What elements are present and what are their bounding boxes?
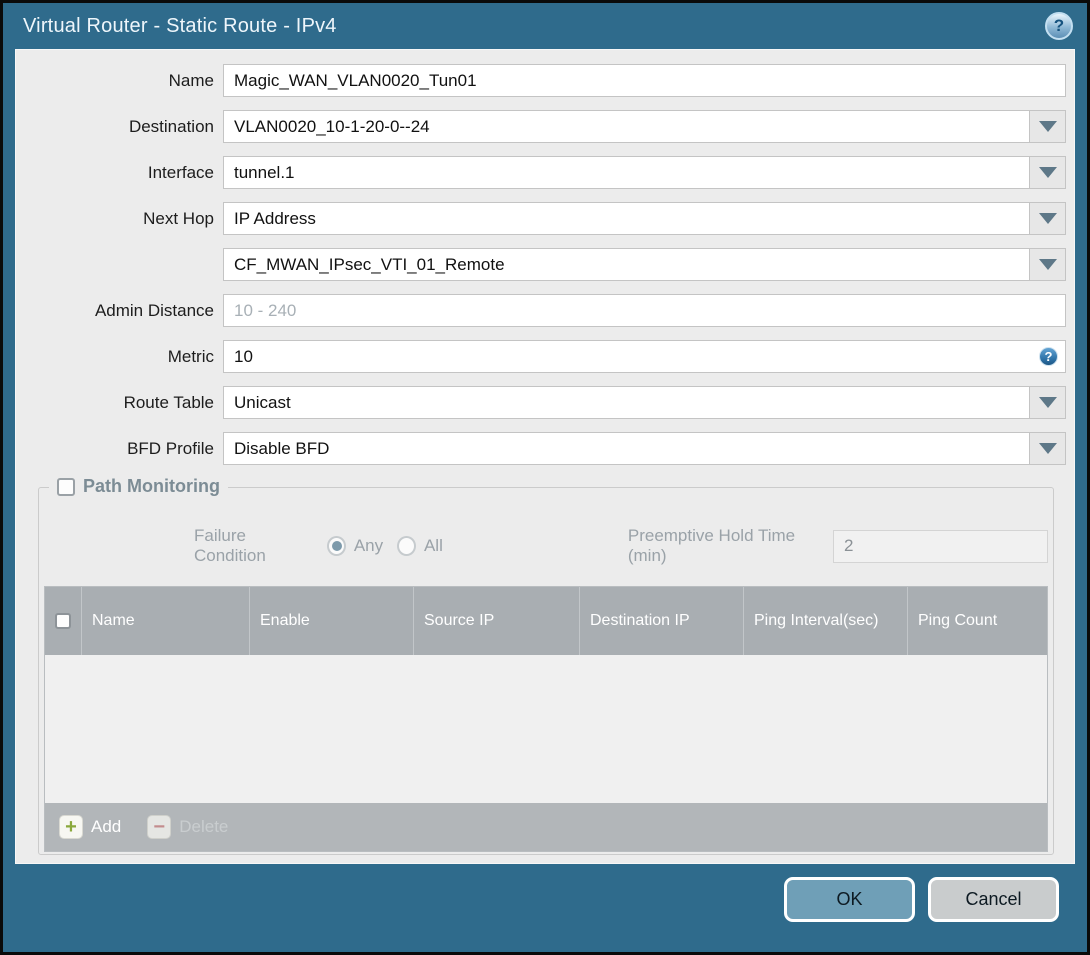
interface-dropdown-button[interactable] bbox=[1030, 156, 1066, 189]
destination-label: Destination bbox=[128, 116, 214, 136]
next-hop-address-input[interactable] bbox=[223, 248, 1030, 281]
chevron-down-icon bbox=[1038, 443, 1057, 454]
column-header-ping-count[interactable]: Ping Count bbox=[907, 587, 1047, 655]
select-all-checkbox[interactable] bbox=[55, 613, 71, 629]
admin-distance-input[interactable] bbox=[223, 294, 1066, 327]
dialog-title: Virtual Router - Static Route - IPv4 bbox=[23, 14, 337, 37]
path-monitoring-table: Name Enable Source IP Destination IP Pin… bbox=[44, 586, 1048, 852]
bfd-profile-dropdown-button[interactable] bbox=[1030, 432, 1066, 465]
name-row: Name bbox=[22, 64, 1066, 97]
chevron-down-icon bbox=[1038, 397, 1057, 408]
delete-button-label: Delete bbox=[179, 817, 229, 836]
delete-button[interactable]: − Delete bbox=[147, 815, 228, 839]
failure-condition-row: Failure Condition Any All Preemptive Hol… bbox=[44, 526, 1048, 566]
route-table-label: Route Table bbox=[123, 392, 214, 412]
metric-row: Metric ? bbox=[22, 340, 1066, 373]
interface-label: Interface bbox=[147, 162, 214, 182]
destination-dropdown-button[interactable] bbox=[1030, 110, 1066, 143]
chevron-down-icon bbox=[1038, 213, 1057, 224]
help-icon[interactable]: ? bbox=[1045, 12, 1073, 40]
metric-help-icon[interactable]: ? bbox=[1039, 347, 1058, 366]
plus-icon: + bbox=[59, 815, 83, 839]
admin-distance-label: Admin Distance bbox=[94, 300, 214, 320]
preemptive-hold-label: Preemptive Hold Time (min) bbox=[627, 526, 796, 565]
table-body-empty bbox=[45, 655, 1047, 803]
dialog-titlebar: Virtual Router - Static Route - IPv4 ? bbox=[3, 3, 1087, 49]
interface-input[interactable] bbox=[223, 156, 1030, 189]
next-hop-dropdown-button[interactable] bbox=[1030, 202, 1066, 235]
minus-icon: − bbox=[147, 815, 172, 839]
path-monitoring-checkbox[interactable] bbox=[57, 477, 75, 496]
next-hop-address-row bbox=[22, 248, 1066, 281]
route-table-row: Route Table bbox=[22, 386, 1066, 419]
preemptive-hold-input[interactable] bbox=[832, 529, 1048, 563]
ok-button[interactable]: OK bbox=[784, 877, 915, 922]
column-header-ping-interval[interactable]: Ping Interval(sec) bbox=[743, 587, 907, 655]
chevron-down-icon bbox=[1038, 121, 1057, 132]
failure-condition-all-label: All bbox=[423, 536, 443, 555]
name-input[interactable] bbox=[223, 64, 1066, 97]
metric-label: Metric bbox=[167, 346, 214, 366]
interface-row: Interface bbox=[22, 156, 1066, 189]
table-toolbar: + Add − Delete bbox=[45, 803, 1047, 851]
name-label: Name bbox=[168, 70, 214, 90]
destination-input[interactable] bbox=[223, 110, 1030, 143]
column-header-enable[interactable]: Enable bbox=[249, 587, 413, 655]
next-hop-address-dropdown-button[interactable] bbox=[1030, 248, 1066, 281]
route-table-dropdown-button[interactable] bbox=[1030, 386, 1066, 419]
destination-row: Destination bbox=[22, 110, 1066, 143]
admin-distance-row: Admin Distance bbox=[22, 294, 1066, 327]
select-all-header-cell bbox=[45, 587, 81, 655]
path-monitoring-title: Path Monitoring bbox=[83, 476, 220, 496]
add-button-label: Add bbox=[91, 817, 122, 836]
column-header-destination-ip[interactable]: Destination IP bbox=[579, 587, 743, 655]
cancel-button[interactable]: Cancel bbox=[928, 877, 1059, 922]
route-table-input[interactable] bbox=[223, 386, 1030, 419]
failure-condition-all-radio[interactable] bbox=[397, 536, 416, 556]
next-hop-type-input[interactable] bbox=[223, 202, 1030, 235]
next-hop-row: Next Hop bbox=[22, 202, 1066, 235]
dialog-footer: OK Cancel bbox=[3, 864, 1087, 952]
path-monitoring-legend: Path Monitoring bbox=[49, 476, 228, 497]
bfd-profile-label: BFD Profile bbox=[127, 438, 214, 458]
bfd-profile-input[interactable] bbox=[223, 432, 1030, 465]
chevron-down-icon bbox=[1038, 259, 1057, 270]
failure-condition-label: Failure Condition bbox=[194, 526, 266, 565]
next-hop-label: Next Hop bbox=[143, 208, 214, 228]
metric-input[interactable] bbox=[223, 340, 1066, 373]
column-header-name[interactable]: Name bbox=[81, 587, 249, 655]
column-header-source-ip[interactable]: Source IP bbox=[413, 587, 579, 655]
failure-condition-any-label: Any bbox=[353, 536, 384, 555]
table-header-row: Name Enable Source IP Destination IP Pin… bbox=[45, 587, 1047, 655]
failure-condition-any-radio[interactable] bbox=[327, 536, 346, 556]
static-route-dialog: Virtual Router - Static Route - IPv4 ? N… bbox=[0, 0, 1090, 955]
add-button[interactable]: + Add bbox=[59, 815, 121, 839]
chevron-down-icon bbox=[1038, 167, 1057, 178]
dialog-content: Name Destination Interface bbox=[15, 49, 1075, 864]
bfd-profile-row: BFD Profile bbox=[22, 432, 1066, 465]
path-monitoring-section: Path Monitoring Failure Condition Any Al… bbox=[38, 476, 1054, 855]
